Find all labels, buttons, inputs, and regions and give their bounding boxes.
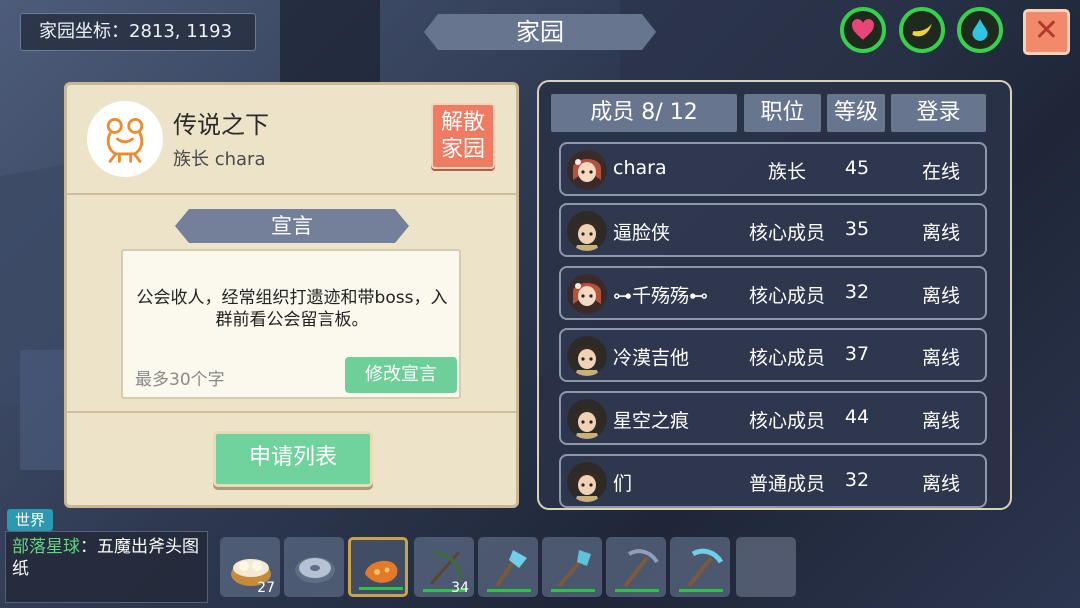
health-status[interactable] [840,7,886,53]
pickaxe-icon [623,549,659,588]
home-avatar [87,101,163,177]
declaration-text: 公会收人，经常组织打遗迹和带boss，入群前看公会留言板。 [136,288,448,330]
member-level: 32 [844,469,870,491]
member-row[interactable]: chara 族长 45 在线 [559,142,987,196]
member-status: 在线 [921,161,960,183]
declaration-title: 宣言 [175,209,409,243]
heart-icon [852,19,874,40]
member-count-header[interactable]: 成员 8/ 12 [551,94,737,132]
member-level: 44 [844,406,870,428]
hotbar-slot[interactable]: 34 [414,537,474,597]
declaration-box: 公会收人，经常组织打遗迹和带boss，入群前看公会留言板。 最多30个字 修改宣… [121,249,461,399]
banana-icon [912,23,932,37]
page-title: 家园 [424,14,656,50]
declaration-limit: 最多30个字 [135,370,225,390]
apply-list-button[interactable]: 申请列表 [213,431,373,487]
durability-bar [551,589,595,592]
crystal-shovel-icon [557,550,591,588]
member-role: 族长 [767,161,806,183]
home-leader: 族长 chara [173,149,266,170]
member-status: 离线 [921,473,960,495]
member-level: 45 [844,157,870,179]
hotbar-slot[interactable]: 27 [220,537,280,597]
frog-icon [106,118,144,163]
member-status: 离线 [921,285,960,307]
hotbar-slot[interactable] [606,537,666,597]
boy-avatar-icon [567,211,607,251]
durability-bar [359,587,403,590]
member-row[interactable]: 们 普通成员 32 离线 [559,454,987,508]
close-button[interactable]: ✕ [1023,9,1070,55]
member-level: 32 [844,281,870,303]
hotbar-slot[interactable] [348,537,408,597]
hotbar-slot[interactable] [670,537,730,597]
member-row[interactable]: ⊶千殇殇⊷ 核心成员 32 离线 [559,266,987,320]
member-status: 离线 [921,410,960,432]
member-role: 核心成员 [748,222,825,244]
durability-bar [679,589,723,592]
member-status: 离线 [921,222,960,244]
chat-box[interactable]: 部落星球：五魔出斧头图纸 [5,531,208,603]
girl-avatar-icon [567,274,607,314]
divider [67,193,516,195]
dissolve-home-button[interactable]: 解散家园 [431,103,495,169]
boy-avatar-icon [567,336,607,376]
item-count: 34 [451,580,469,596]
member-list-panel: 成员 8/ 12 职位 等级 登录 chara 族长 45 在线 逼脸侠 核心成员 35 离线… [537,80,1012,510]
hunger-status[interactable] [899,7,945,53]
water-drop-icon [972,19,988,41]
member-name: ⊶千殇殇⊷ [613,285,709,307]
hotbar-slot[interactable] [736,537,796,597]
durability-bar [487,589,531,592]
member-status: 离线 [921,347,960,369]
member-row[interactable]: 星空之痕 核心成员 44 离线 [559,391,987,445]
home-coordinates: 家园坐标：2813, 1193 [20,13,256,51]
member-name: 冷漠吉他 [613,347,690,369]
level-header[interactable]: 等级 [827,94,885,132]
member-row[interactable]: 冷漠吉他 核心成员 37 离线 [559,328,987,382]
chat-source: 部落星球 [12,537,80,557]
stone-disc-icon [295,557,335,583]
member-level: 37 [844,343,870,365]
chat-channel-tag[interactable]: 世界 [7,509,53,531]
member-role: 核心成员 [748,285,825,307]
role-header[interactable]: 职位 [744,94,821,132]
login-header[interactable]: 登录 [891,94,986,132]
member-level: 35 [844,218,870,240]
edit-declaration-button[interactable]: 修改宣言 [345,357,457,393]
member-name: 星空之痕 [613,410,690,432]
boy-avatar-icon [567,399,607,439]
crystal-axe-icon [495,550,527,588]
member-name: 逼脸侠 [613,222,671,244]
member-role: 核心成员 [748,347,825,369]
divider [67,411,516,413]
member-name: chara [613,157,667,179]
girl-avatar-icon [567,150,607,190]
boy-avatar-icon [567,462,607,502]
item-count: 27 [257,580,275,596]
hotbar-slot[interactable] [542,537,602,597]
member-role: 普通成员 [748,473,825,495]
member-row[interactable]: 逼脸侠 核心成员 35 离线 [559,203,987,257]
background-window [280,0,380,90]
home-info-panel: 传说之下 族长 chara 解散家园 宣言 公会收人，经常组织打遗迹和带boss… [64,82,519,508]
home-name: 传说之下 [173,111,269,139]
water-status[interactable] [957,7,1003,53]
hotbar-slot[interactable] [284,537,344,597]
durability-bar [615,589,659,592]
member-role: 核心成员 [748,410,825,432]
crystal-pickaxe-icon [687,548,724,588]
member-name: 们 [613,473,633,495]
hotbar-slot[interactable] [478,537,538,597]
